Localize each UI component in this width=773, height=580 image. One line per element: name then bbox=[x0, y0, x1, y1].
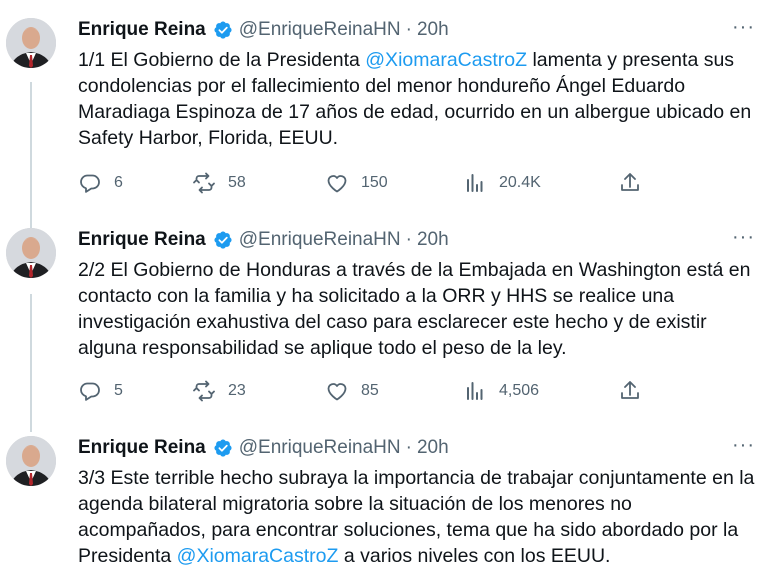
author-name[interactable]: Enrique Reina bbox=[78, 19, 206, 41]
author-handle[interactable]: @EnriqueReinaHN bbox=[239, 437, 401, 459]
views-count: 4,506 bbox=[499, 382, 540, 399]
retweet-icon bbox=[193, 380, 215, 402]
reply-button[interactable]: 5 bbox=[78, 379, 123, 403]
retweet-count: 58 bbox=[228, 174, 246, 191]
retweet-count: 23 bbox=[228, 382, 246, 399]
share-button[interactable] bbox=[618, 171, 642, 195]
verified-badge-icon bbox=[213, 20, 233, 40]
like-count: 150 bbox=[361, 174, 388, 191]
verified-badge-icon bbox=[213, 230, 233, 250]
separator: · bbox=[405, 19, 412, 40]
avatar[interactable] bbox=[6, 436, 56, 486]
avatar-image bbox=[6, 228, 56, 278]
author-name[interactable]: Enrique Reina bbox=[78, 437, 206, 459]
author-handle[interactable]: @EnriqueReinaHN bbox=[239, 229, 401, 251]
views-icon bbox=[467, 174, 483, 192]
reply-count: 5 bbox=[114, 382, 123, 399]
text-segment: a varios niveles con los EEUU. bbox=[338, 545, 611, 567]
more-icon[interactable]: ··· bbox=[732, 16, 755, 39]
avatar-image bbox=[6, 18, 56, 68]
action-bar: 5 23 85 4,506 bbox=[78, 379, 668, 403]
tweet-text: 3/3 Este terrible hecho subraya la impor… bbox=[78, 465, 758, 569]
more-icon[interactable]: ··· bbox=[732, 434, 755, 457]
avatar[interactable] bbox=[6, 228, 56, 278]
share-icon bbox=[621, 381, 639, 399]
reply-icon bbox=[80, 174, 100, 193]
retweet-button[interactable]: 58 bbox=[192, 171, 246, 195]
views-button[interactable]: 4,506 bbox=[463, 379, 539, 403]
timestamp[interactable]: 20h bbox=[417, 229, 449, 251]
separator: · bbox=[405, 437, 412, 458]
tweet-text: 1/1 El Gobierno de la Presidenta @Xiomar… bbox=[78, 47, 758, 151]
mention-link[interactable]: @XiomaraCastroZ bbox=[177, 545, 339, 567]
tweet[interactable]: Enrique Reina @EnriqueReinaHN · 20h ··· … bbox=[0, 434, 773, 580]
like-icon bbox=[327, 175, 347, 193]
text-segment: 2/2 El Gobierno de Honduras a través de … bbox=[78, 259, 751, 359]
views-count: 20.4K bbox=[499, 174, 541, 191]
tweet[interactable]: Enrique Reina @EnriqueReinaHN · 20h ··· … bbox=[0, 16, 773, 208]
tweet-header: Enrique Reina @EnriqueReinaHN · 20h bbox=[78, 436, 449, 460]
retweet-icon bbox=[193, 172, 215, 194]
separator: · bbox=[405, 229, 412, 250]
avatar-image bbox=[6, 436, 56, 486]
more-icon[interactable]: ··· bbox=[732, 226, 755, 249]
tweet-text: 2/2 El Gobierno de Honduras a través de … bbox=[78, 257, 758, 361]
author-handle[interactable]: @EnriqueReinaHN bbox=[239, 19, 401, 41]
action-bar: 6 58 150 20.4K bbox=[78, 171, 668, 195]
text-segment: 1/1 El Gobierno de la Presidenta bbox=[78, 49, 366, 71]
share-button[interactable] bbox=[618, 379, 642, 403]
avatar[interactable] bbox=[6, 18, 56, 68]
reply-button[interactable]: 6 bbox=[78, 171, 123, 195]
verified-badge-icon bbox=[213, 438, 233, 458]
views-icon bbox=[467, 382, 483, 400]
reply-icon bbox=[80, 382, 100, 401]
views-button[interactable]: 20.4K bbox=[463, 171, 541, 195]
share-icon bbox=[621, 173, 639, 191]
retweet-button[interactable]: 23 bbox=[192, 379, 246, 403]
like-button[interactable]: 85 bbox=[325, 379, 379, 403]
tweet[interactable]: Enrique Reina @EnriqueReinaHN · 20h ··· … bbox=[0, 226, 773, 428]
like-count: 85 bbox=[361, 382, 379, 399]
like-button[interactable]: 150 bbox=[325, 171, 388, 195]
timestamp[interactable]: 20h bbox=[417, 437, 449, 459]
reply-count: 6 bbox=[114, 174, 123, 191]
tweet-header: Enrique Reina @EnriqueReinaHN · 20h bbox=[78, 18, 449, 42]
mention-link[interactable]: @XiomaraCastroZ bbox=[365, 49, 527, 71]
author-name[interactable]: Enrique Reina bbox=[78, 229, 206, 251]
like-icon bbox=[327, 383, 347, 401]
tweet-header: Enrique Reina @EnriqueReinaHN · 20h bbox=[78, 228, 449, 252]
timestamp[interactable]: 20h bbox=[417, 19, 449, 41]
